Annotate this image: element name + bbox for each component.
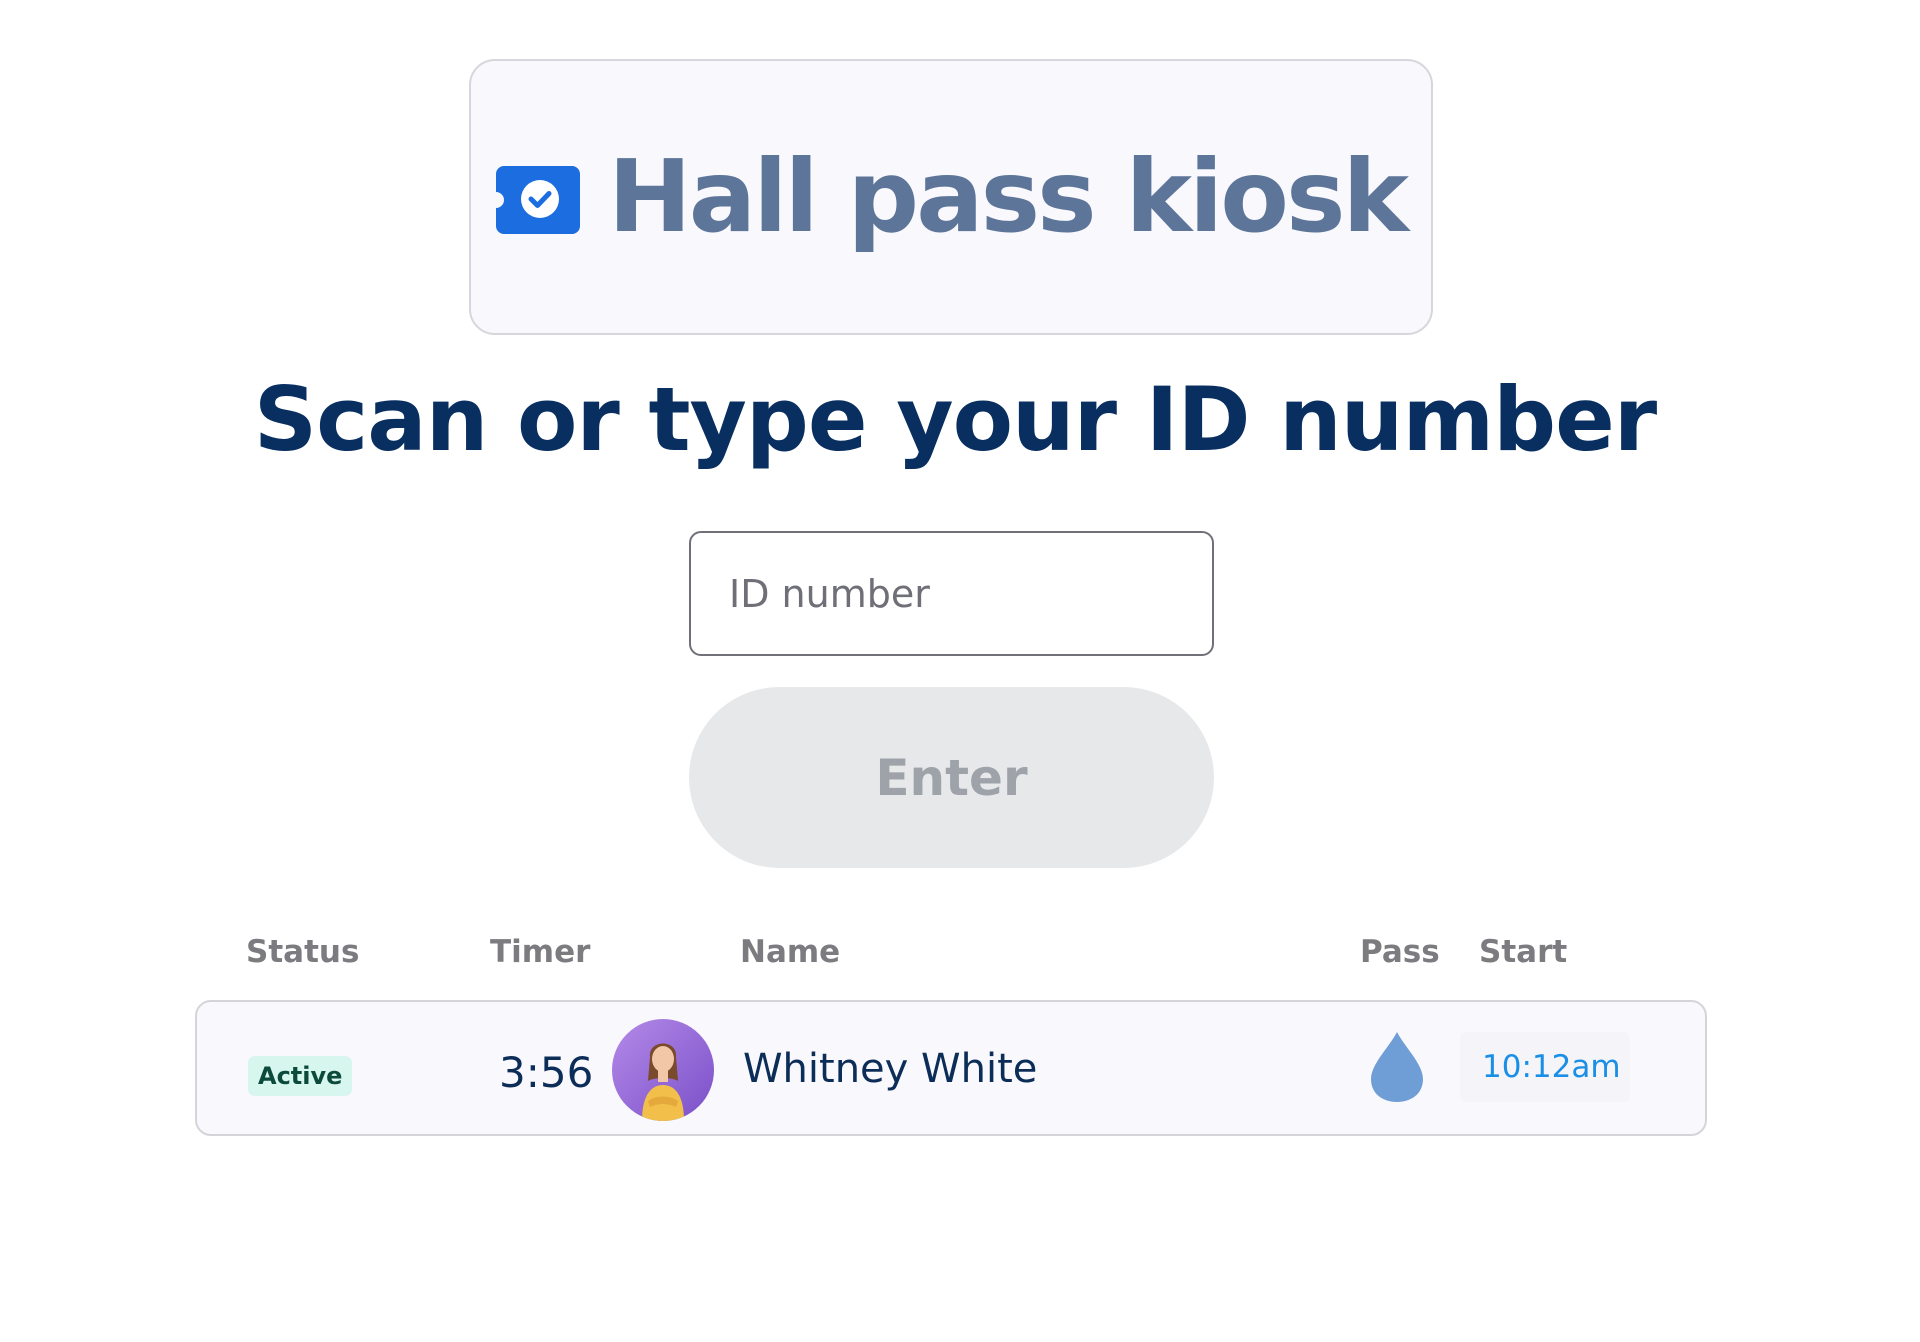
column-header-name: Name [740, 934, 841, 970]
column-header-pass: Pass [1360, 934, 1440, 970]
column-header-timer: Timer [490, 934, 591, 970]
pass-row[interactable]: Active 3:56 Whitney White 10:12am [195, 1000, 1707, 1136]
column-header-status: Status [246, 934, 360, 970]
enter-button[interactable]: Enter [689, 687, 1214, 868]
student-name: Whitney White [743, 1046, 1038, 1092]
id-number-input[interactable] [689, 531, 1214, 656]
page-heading: Scan or type your ID number [253, 368, 1657, 471]
brand-title: Hall pass kiosk [608, 138, 1409, 255]
status-badge: Active [248, 1056, 353, 1096]
start-time: 10:12am [1460, 1032, 1630, 1102]
brand-header: Hall pass kiosk [469, 59, 1433, 335]
timer-value: 3:56 [499, 1048, 594, 1097]
column-header-start: Start [1479, 934, 1568, 970]
ticket-check-icon [496, 166, 581, 234]
student-avatar [612, 1019, 714, 1121]
water-drop-icon [1371, 1032, 1423, 1102]
kiosk-page: Hall pass kiosk Scan or type your ID num… [0, 0, 1920, 1342]
